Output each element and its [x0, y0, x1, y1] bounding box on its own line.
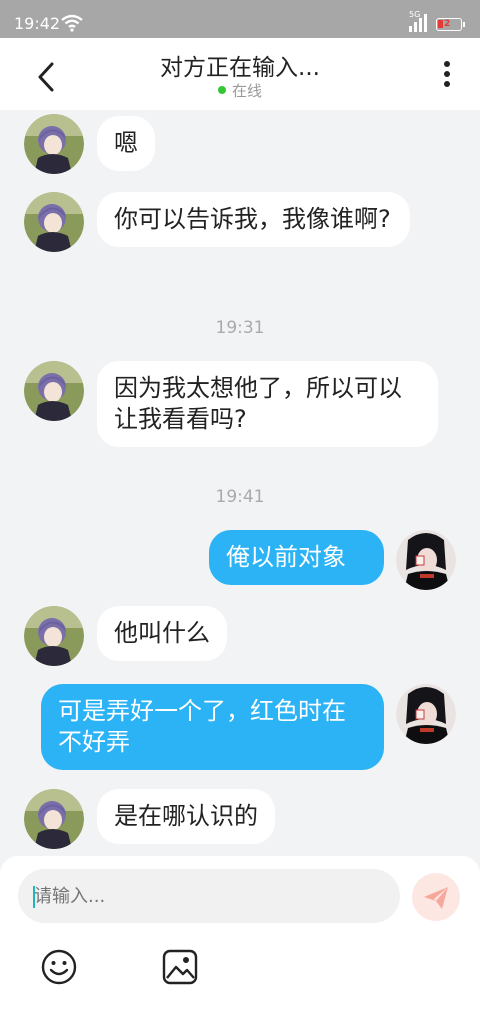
battery-level-fill	[438, 20, 443, 28]
text-caret	[33, 886, 35, 908]
contact-avatar[interactable]	[24, 606, 84, 666]
status-time: 19:42	[14, 14, 61, 33]
message-bubble-outgoing[interactable]: 可是弄好一个了，红色时在不好弄	[41, 684, 384, 770]
my-avatar[interactable]	[396, 684, 456, 744]
emoji-icon	[41, 949, 77, 985]
composer	[0, 856, 480, 1014]
emoji-button[interactable]	[40, 948, 78, 986]
message-bubble-outgoing[interactable]: 俺以前对象	[209, 530, 384, 585]
online-status: 在线	[0, 80, 480, 101]
send-button[interactable]	[412, 873, 460, 921]
message-bubble-incoming[interactable]: 是在哪认识的	[97, 789, 275, 844]
status-bar: 19:42 5G 2	[0, 0, 480, 38]
online-dot	[217, 86, 226, 94]
online-status-label: 在线	[231, 82, 262, 100]
contact-avatar[interactable]	[24, 114, 84, 174]
more-button[interactable]	[436, 58, 458, 92]
message-bubble-incoming[interactable]: 他叫什么	[97, 606, 227, 661]
battery-icon: 2	[436, 18, 465, 31]
message-bubble-incoming[interactable]: 嗯	[97, 116, 155, 171]
message-input[interactable]	[18, 869, 400, 923]
message-bubble-incoming[interactable]: 因为我太想他了，所以可以让我看看吗?	[97, 361, 438, 447]
image-icon	[162, 949, 198, 985]
contact-avatar[interactable]	[24, 361, 84, 421]
chat-title: 对方正在输入...	[160, 55, 320, 81]
wifi-icon	[60, 14, 84, 36]
signal-icon	[408, 14, 428, 36]
my-avatar[interactable]	[396, 530, 456, 590]
timestamp: 19:41	[215, 487, 265, 507]
battery-level: 2	[444, 19, 451, 29]
message-bubble-incoming[interactable]: 你可以告诉我，我像谁啊?	[97, 192, 410, 247]
contact-avatar[interactable]	[24, 789, 84, 849]
chat-header: 对方正在输入... 在线	[0, 38, 480, 110]
contact-avatar[interactable]	[24, 192, 84, 252]
send-icon	[424, 887, 448, 909]
timestamp: 19:31	[215, 318, 265, 338]
image-button[interactable]	[161, 948, 199, 986]
more-vertical-icon	[444, 61, 450, 87]
